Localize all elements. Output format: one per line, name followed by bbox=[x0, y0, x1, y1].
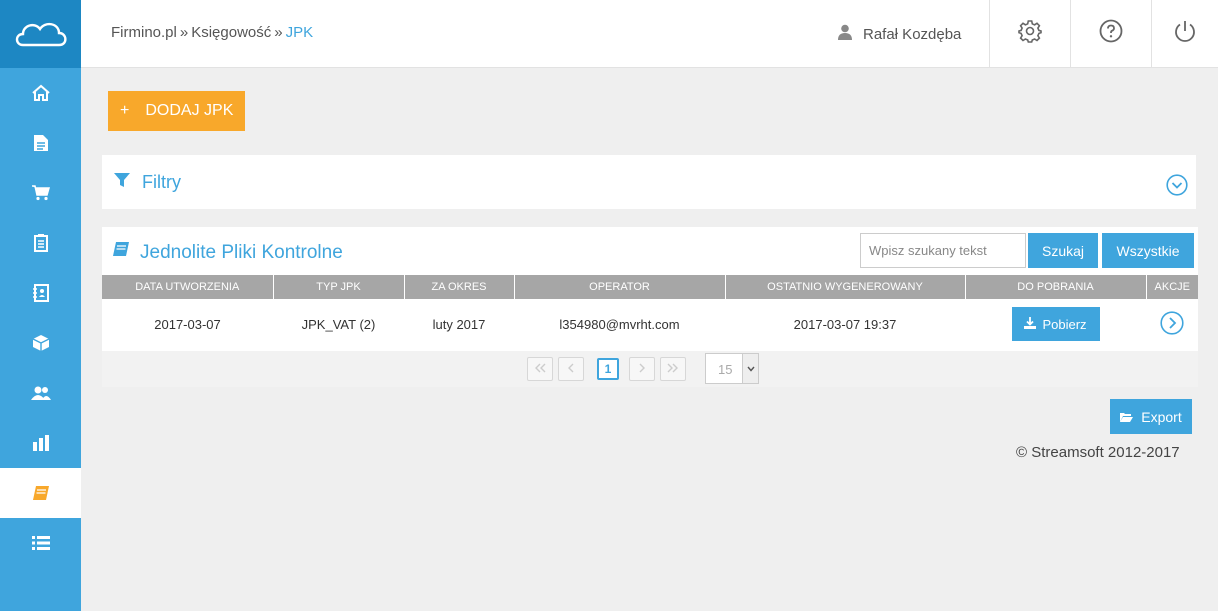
search-button[interactable]: Szukaj bbox=[1028, 233, 1098, 268]
page-size-value: 15 bbox=[718, 362, 733, 377]
breadcrumb-separator: » bbox=[179, 24, 189, 41]
breadcrumb-separator: » bbox=[274, 24, 283, 41]
table-row: 2017-03-07 JPK_VAT (2) luty 2017 l354980… bbox=[102, 299, 1198, 349]
document-icon bbox=[33, 134, 49, 152]
pagination: 1 15 bbox=[102, 351, 1198, 387]
sidebar-item-documents[interactable] bbox=[0, 118, 81, 168]
book-icon bbox=[112, 241, 130, 264]
box-icon bbox=[32, 334, 50, 352]
breadcrumb-item-ksiegowosc[interactable]: Księgowość bbox=[191, 24, 271, 41]
double-chevron-right-icon bbox=[667, 362, 679, 376]
cell-operator: l354980@mvrht.com bbox=[559, 316, 680, 332]
jpk-table: DATA UTWORZENIA TYP JPK ZA OKRES OPERATO… bbox=[102, 275, 1198, 349]
sidebar-item-warehouse[interactable] bbox=[0, 318, 81, 368]
cell-last-generated: 2017-03-07 19:37 bbox=[793, 316, 897, 332]
add-jpk-button[interactable]: + DODAJ JPK bbox=[108, 91, 245, 131]
user-menu[interactable]: Rafał Kozdęba bbox=[837, 24, 961, 44]
breadcrumb-item-jpk: JPK bbox=[285, 24, 314, 41]
chevron-down-icon bbox=[742, 354, 758, 383]
page-number-button[interactable]: 1 bbox=[597, 358, 619, 380]
page-size-select[interactable]: 15 bbox=[705, 353, 759, 384]
cell-created: 2017-03-07 bbox=[154, 316, 221, 332]
bar-chart-icon bbox=[32, 435, 50, 451]
clipboard-icon bbox=[33, 234, 48, 252]
column-header-type[interactable]: TYP JPK bbox=[273, 275, 405, 299]
users-icon bbox=[30, 385, 52, 401]
settings-button[interactable] bbox=[989, 0, 1070, 67]
contacts-book-icon bbox=[32, 284, 50, 302]
plus-icon: + bbox=[120, 102, 130, 119]
filters-panel[interactable]: Filtry bbox=[102, 155, 1196, 209]
filters-title: Filtry bbox=[142, 172, 181, 192]
column-header-operator[interactable]: OPERATOR bbox=[514, 275, 726, 299]
show-all-button[interactable]: Wszystkie bbox=[1102, 233, 1194, 268]
book-icon bbox=[32, 485, 50, 501]
column-header-download: DO POBRANIA bbox=[965, 275, 1147, 299]
home-icon bbox=[31, 84, 51, 102]
folder-open-icon bbox=[1120, 409, 1134, 425]
sidebar-item-home[interactable] bbox=[0, 68, 81, 118]
column-header-created[interactable]: DATA UTWORZENIA bbox=[102, 275, 274, 299]
jpk-panel-header: Jednolite Pliki Kontrolne bbox=[112, 241, 343, 264]
cloud-logo-icon[interactable] bbox=[0, 0, 81, 68]
cell-period: luty 2017 bbox=[432, 316, 486, 332]
cart-icon bbox=[31, 185, 50, 201]
list-icon bbox=[31, 536, 50, 550]
sidebar-item-list[interactable] bbox=[0, 518, 81, 568]
user-name: Rafał Kozdęba bbox=[863, 25, 962, 43]
breadcrumb: Firmino.pl» Księgowość» JPK bbox=[111, 24, 313, 41]
column-header-actions: AKCJE bbox=[1146, 275, 1198, 299]
download-icon bbox=[1024, 316, 1037, 332]
power-icon bbox=[1173, 19, 1197, 48]
export-label: Export bbox=[1141, 408, 1182, 425]
cell-actions bbox=[1146, 299, 1198, 349]
copyright: © Streamsoft 2012-2017 bbox=[1016, 444, 1180, 461]
help-button[interactable] bbox=[1070, 0, 1151, 67]
column-header-last-generated[interactable]: OSTATNIO WYGENEROWANY bbox=[725, 275, 966, 299]
sidebar-item-contacts[interactable] bbox=[0, 268, 81, 318]
logout-button[interactable] bbox=[1151, 0, 1218, 67]
jpk-panel: Jednolite Pliki Kontrolne Szukaj Wszystk… bbox=[102, 227, 1198, 387]
export-button[interactable]: Export bbox=[1110, 399, 1192, 434]
sidebar-item-accounting[interactable] bbox=[0, 468, 81, 518]
next-page-button[interactable] bbox=[629, 357, 655, 381]
download-label: Pobierz bbox=[1042, 316, 1087, 332]
search-input[interactable] bbox=[860, 233, 1026, 268]
sidebar bbox=[0, 0, 81, 611]
chevron-left-icon bbox=[567, 362, 575, 376]
prev-page-button[interactable] bbox=[558, 357, 584, 381]
cell-type: JPK_VAT (2) bbox=[301, 316, 376, 332]
chevron-down-icon[interactable] bbox=[1166, 174, 1188, 201]
chevron-right-icon bbox=[638, 362, 646, 376]
column-header-period[interactable]: ZA OKRES bbox=[404, 275, 515, 299]
first-page-button[interactable] bbox=[527, 357, 553, 381]
double-chevron-left-icon bbox=[534, 362, 546, 376]
help-icon bbox=[1099, 19, 1123, 48]
settings-icon bbox=[1018, 19, 1042, 48]
top-bar: Firmino.pl» Księgowość» JPK Rafał Kozdęba bbox=[81, 0, 1218, 68]
row-action-chevron-right-icon[interactable] bbox=[1160, 310, 1184, 338]
cell-download: Pobierz bbox=[965, 299, 1146, 349]
table-header-row: DATA UTWORZENIA TYP JPK ZA OKRES OPERATO… bbox=[102, 275, 1198, 299]
sidebar-item-orders[interactable] bbox=[0, 218, 81, 268]
filter-icon bbox=[114, 172, 130, 193]
download-button[interactable]: Pobierz bbox=[1011, 307, 1100, 341]
sidebar-item-reports[interactable] bbox=[0, 418, 81, 468]
last-page-button[interactable] bbox=[660, 357, 686, 381]
breadcrumb-item-firmino[interactable]: Firmino.pl bbox=[111, 24, 177, 41]
sidebar-item-contractors[interactable] bbox=[0, 368, 81, 418]
jpk-panel-title: Jednolite Pliki Kontrolne bbox=[140, 241, 343, 263]
user-icon bbox=[837, 24, 853, 44]
sidebar-item-sales[interactable] bbox=[0, 168, 81, 218]
add-jpk-label: DODAJ JPK bbox=[145, 102, 234, 119]
filters-header: Filtry bbox=[114, 172, 181, 193]
